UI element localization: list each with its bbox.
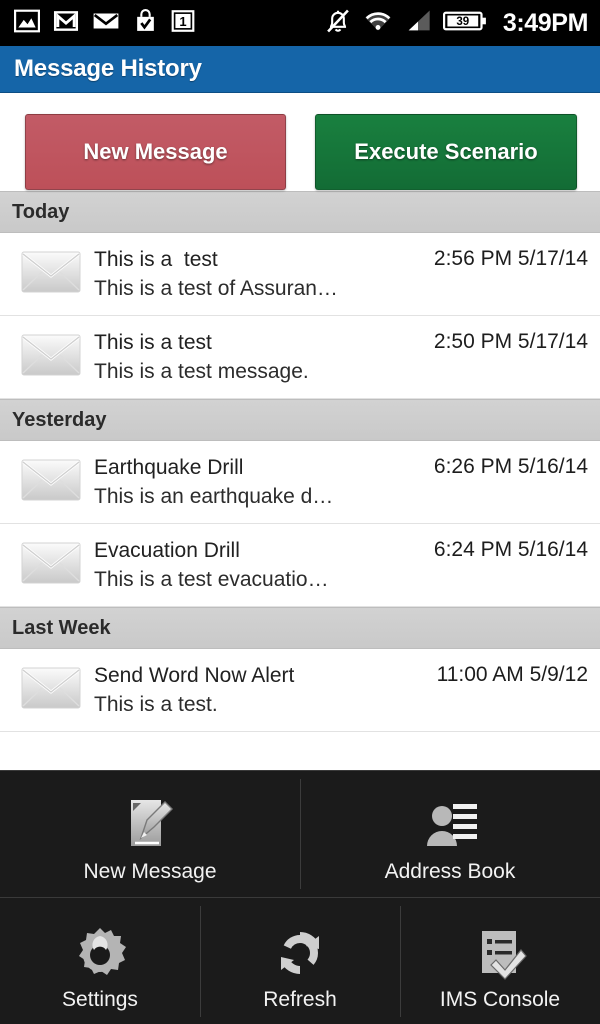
options-menu-row-top: New Message Address Book xyxy=(0,771,600,898)
status-bar: 1 39 3:49PM xyxy=(0,0,600,46)
wifi-icon xyxy=(363,8,393,39)
section-header-today: Today xyxy=(0,191,600,233)
message-subject: Earthquake Drill xyxy=(94,455,244,479)
envelope-icon xyxy=(20,332,82,383)
message-preview: This is a test message. xyxy=(94,359,309,383)
message-text: Evacuation Drill This is a test evacuati… xyxy=(82,537,434,594)
message-text: This is a test This is a test of Assuran… xyxy=(82,246,434,303)
checklist-icon xyxy=(469,912,531,984)
menu-item-new-message[interactable]: New Message xyxy=(0,771,300,897)
menu-item-ims-console[interactable]: IMS Console xyxy=(400,898,600,1024)
envelope-icon xyxy=(20,665,82,716)
battery-level-text: 39 xyxy=(456,15,469,27)
envelope-icon xyxy=(20,249,82,300)
options-menu-row-bottom: Settings Refresh IMS Console xyxy=(0,898,600,1024)
silent-bell-icon xyxy=(324,7,352,40)
message-text: This is a test This is a test message. xyxy=(82,329,434,386)
action-button-bar: New Message Execute Scenario xyxy=(0,93,600,191)
menu-item-label: Address Book xyxy=(384,860,516,883)
message-timestamp: 6:26 PM 5/16/14 xyxy=(433,455,588,478)
play-store-icon xyxy=(133,8,158,39)
message-timestamp: 11:00 AM 5/9/12 xyxy=(436,663,588,686)
menu-item-refresh[interactable]: Refresh xyxy=(200,898,400,1024)
message-subject: This is a test xyxy=(94,330,212,354)
envelope-icon xyxy=(20,540,82,591)
message-preview: This is an earthquake d… xyxy=(94,484,334,508)
section-title: Last Week xyxy=(12,616,111,639)
status-bar-system-icons: 39 3:49PM xyxy=(324,7,588,40)
message-row[interactable]: Earthquake Drill This is an earthquake d… xyxy=(0,441,600,524)
message-subject: Evacuation Drill xyxy=(94,538,240,562)
menu-item-label: Settings xyxy=(62,987,138,1011)
menu-item-label: IMS Console xyxy=(439,987,561,1011)
message-preview: This is a test. xyxy=(94,692,218,716)
page-title: Message History xyxy=(14,55,202,82)
message-timestamp: 6:24 PM 5/16/14 xyxy=(433,538,588,561)
message-text: Send Word Now Alert This is a test. xyxy=(82,662,437,719)
options-menu-overlay: New Message Address Book Settings Refres… xyxy=(0,770,600,1024)
calendar-icon: 1 xyxy=(171,8,195,39)
phone-screen: 1 39 3:49PM Message History New Message … xyxy=(0,0,600,1024)
section-header-yesterday: Yesterday xyxy=(0,399,600,441)
battery-icon: 39 xyxy=(442,8,487,39)
svg-text:1: 1 xyxy=(179,13,186,28)
gear-icon xyxy=(69,912,131,984)
gmail-icon xyxy=(53,8,79,39)
message-timestamp: 2:56 PM 5/17/14 xyxy=(433,247,588,270)
message-text: Earthquake Drill This is an earthquake d… xyxy=(82,454,434,511)
message-subject: This is a test xyxy=(94,247,218,271)
status-bar-notification-icons: 1 xyxy=(14,8,195,39)
new-message-button[interactable]: New Message xyxy=(25,114,286,190)
gallery-icon xyxy=(14,8,40,39)
app-title-bar: Message History xyxy=(0,46,600,93)
menu-item-label: New Message xyxy=(83,860,217,883)
message-row[interactable]: Evacuation Drill This is a test evacuati… xyxy=(0,524,600,607)
compose-icon xyxy=(117,784,183,856)
status-bar-clock: 3:49PM xyxy=(502,8,589,37)
message-row[interactable]: This is a test This is a test message. 2… xyxy=(0,316,600,399)
message-history-list[interactable]: Today This is a test This is a test of A… xyxy=(0,191,600,732)
message-timestamp: 2:50 PM 5/17/14 xyxy=(433,330,588,353)
menu-item-settings[interactable]: Settings xyxy=(0,898,200,1024)
email-icon xyxy=(92,8,120,39)
section-title: Yesterday xyxy=(12,408,107,431)
message-row[interactable]: Send Word Now Alert This is a test. 11:0… xyxy=(0,649,600,732)
message-subject: Send Word Now Alert xyxy=(94,663,295,687)
message-row[interactable]: This is a test This is a test of Assuran… xyxy=(0,233,600,316)
section-header-last-week: Last Week xyxy=(0,607,600,649)
message-preview: This is a test evacuatio… xyxy=(94,567,329,591)
menu-item-label: Refresh xyxy=(263,987,337,1011)
cell-signal-icon xyxy=(404,8,432,39)
execute-scenario-button[interactable]: Execute Scenario xyxy=(315,114,577,190)
message-preview: This is a test of Assuran… xyxy=(94,276,338,300)
menu-item-address-book[interactable]: Address Book xyxy=(300,771,600,897)
section-title: Today xyxy=(12,200,70,223)
refresh-icon xyxy=(269,912,331,984)
envelope-icon xyxy=(20,457,82,508)
contacts-icon xyxy=(417,784,483,856)
